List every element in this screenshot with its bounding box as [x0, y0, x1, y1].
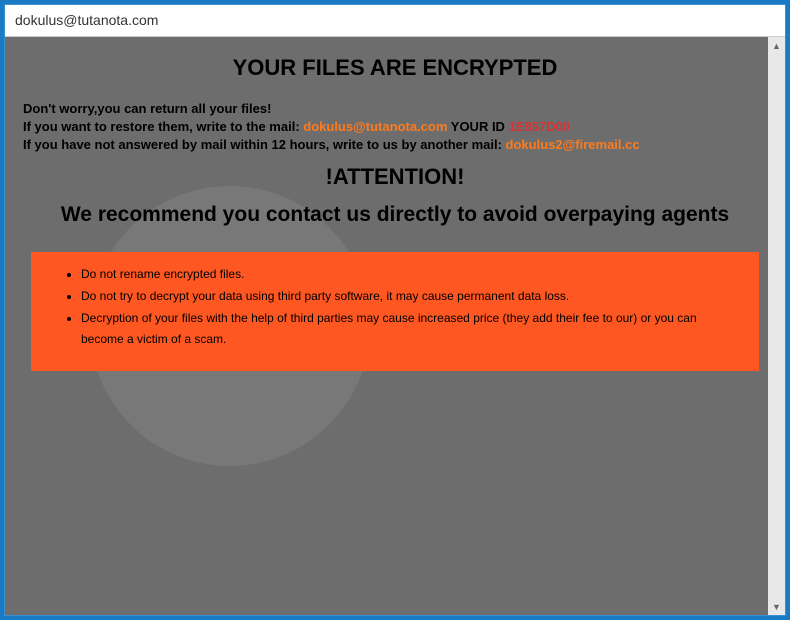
warning-item: Decryption of your files with the help o… — [81, 308, 739, 349]
intro-text: Don't worry,you can return all your file… — [23, 101, 767, 116]
victim-id: 1E857D00 — [509, 119, 570, 134]
window-title: dokulus@tutanota.com — [15, 12, 158, 28]
restore-line: If you want to restore them, write to th… — [23, 119, 767, 134]
alt-mail-line: If you have not answered by mail within … — [23, 137, 767, 152]
attention-title: !ATTENTION! — [23, 164, 767, 190]
scroll-up-icon[interactable]: ▲ — [768, 37, 785, 54]
app-window: dokulus@tutanota.com risk.com YOUR FILES… — [4, 4, 786, 616]
secondary-email: dokulus2@firemail.cc — [506, 137, 640, 152]
restore-prefix: If you want to restore them, write to th… — [23, 119, 303, 134]
warning-item: Do not try to decrypt your data using th… — [81, 286, 739, 306]
recommend-text: We recommend you contact us directly to … — [23, 198, 767, 232]
warning-list: Do not rename encrypted files. Do not tr… — [81, 264, 739, 350]
primary-email: dokulus@tutanota.com — [303, 119, 447, 134]
window-titlebar: dokulus@tutanota.com — [5, 5, 785, 37]
ransom-note-content: YOUR FILES ARE ENCRYPTED Don't worry,you… — [5, 37, 785, 391]
warning-item: Do not rename encrypted files. — [81, 264, 739, 284]
your-id-label: YOUR ID — [447, 119, 508, 134]
content-area: risk.com YOUR FILES ARE ENCRYPTED Don't … — [5, 37, 785, 615]
main-title: YOUR FILES ARE ENCRYPTED — [23, 55, 767, 81]
alt-mail-prefix: If you have not answered by mail within … — [23, 137, 506, 152]
scroll-down-icon[interactable]: ▼ — [768, 598, 785, 615]
warning-box: Do not rename encrypted files. Do not tr… — [31, 252, 759, 372]
vertical-scrollbar[interactable]: ▲ ▼ — [768, 37, 785, 615]
